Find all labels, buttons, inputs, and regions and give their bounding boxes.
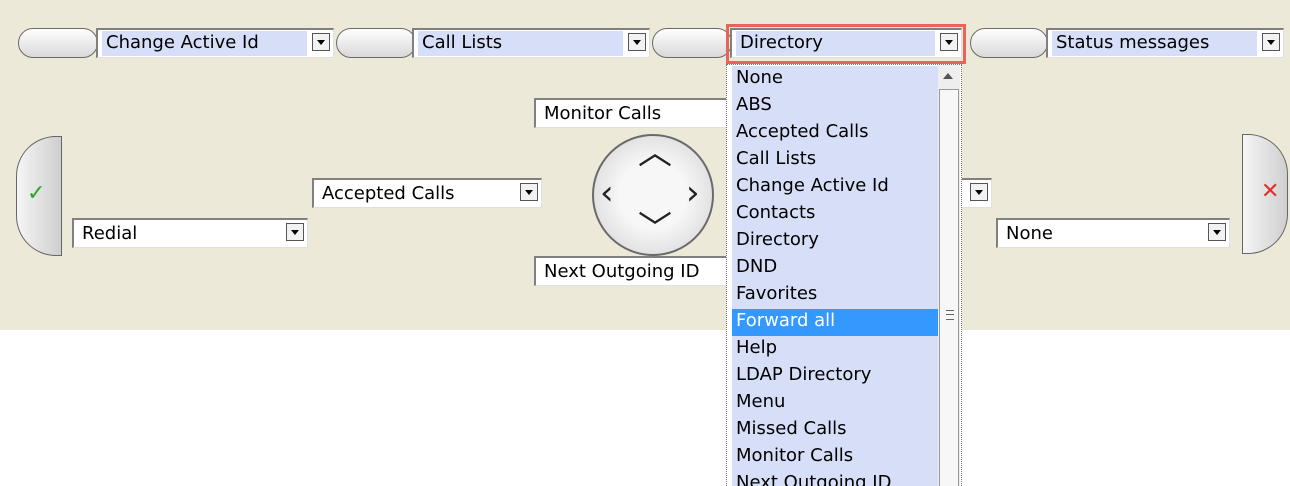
dropdown-option[interactable]: Forward all: [732, 309, 938, 336]
line-key-select-2[interactable]: Call Lists: [412, 28, 650, 58]
chevron-down-icon[interactable]: [1262, 33, 1280, 51]
line-key-button-4[interactable]: [970, 28, 1048, 58]
reject-key[interactable]: ✕: [1242, 134, 1288, 254]
dropdown-option[interactable]: LDAP Directory: [732, 363, 938, 390]
focus-highlight: [726, 24, 966, 64]
nav-down-icon[interactable]: ﹀: [638, 212, 672, 246]
softkey-select-accepted[interactable]: Accepted Calls: [312, 178, 542, 208]
line-key-button-3[interactable]: [652, 28, 732, 58]
x-icon: ✕: [1261, 179, 1280, 204]
line-key-select-4[interactable]: Status messages: [1046, 28, 1284, 58]
dropdown-option[interactable]: Directory: [732, 228, 938, 255]
chevron-down-icon[interactable]: [1208, 223, 1226, 241]
dropdown-option[interactable]: Missed Calls: [732, 417, 938, 444]
dropdown-option[interactable]: ABS: [732, 93, 938, 120]
nav-right-icon[interactable]: ›: [686, 176, 700, 210]
nav-left-icon[interactable]: ‹: [600, 176, 614, 210]
chevron-down-icon[interactable]: [312, 33, 330, 51]
dropdown-option[interactable]: Next Outgoing ID: [732, 471, 938, 486]
dropdown-scrollbar[interactable]: [938, 65, 960, 486]
chevron-down-icon[interactable]: [286, 223, 304, 241]
nav-down-select[interactable]: Next Outgoing ID: [534, 256, 730, 286]
select-value: Call Lists: [418, 31, 623, 56]
select-value: Redial: [82, 223, 138, 244]
grip-icon: [946, 310, 954, 320]
nav-up-icon[interactable]: ︿: [638, 136, 672, 170]
dropdown-option[interactable]: Favorites: [732, 282, 938, 309]
nav-up-select[interactable]: Monitor Calls: [534, 98, 730, 128]
dropdown-option[interactable]: Menu: [732, 390, 938, 417]
scroll-thumb[interactable]: [939, 89, 959, 486]
dropdown-option[interactable]: None: [732, 66, 938, 93]
select-value: Accepted Calls: [322, 183, 455, 204]
select-value: Next Outgoing ID: [544, 261, 700, 282]
accept-key[interactable]: ✓: [16, 136, 62, 256]
chevron-down-icon[interactable]: [970, 183, 988, 201]
select-value: Change Active Id: [102, 31, 307, 56]
select-value: Monitor Calls: [544, 103, 662, 124]
line-key-button-2[interactable]: [336, 28, 416, 58]
softkey-select-left[interactable]: Redial: [72, 218, 308, 248]
check-icon: ✓: [27, 181, 46, 206]
line-key-select-1[interactable]: Change Active Id: [96, 28, 334, 58]
chevron-down-icon[interactable]: [520, 183, 538, 201]
select-value: Status messages: [1052, 31, 1257, 56]
dropdown-option[interactable]: Call Lists: [732, 147, 938, 174]
dropdown-option[interactable]: Help: [732, 336, 938, 363]
directory-dropdown-list[interactable]: None ABS Accepted Calls Call Lists Change Ac…: [726, 64, 962, 486]
dropdown-option[interactable]: DND: [732, 255, 938, 282]
dropdown-option[interactable]: Accepted Calls: [732, 120, 938, 147]
dropdown-option[interactable]: Contacts: [732, 201, 938, 228]
navigation-pad[interactable]: ︿ ‹ › ﹀: [592, 134, 714, 256]
dropdown-option[interactable]: Change Active Id: [732, 174, 938, 201]
dropdown-options: None ABS Accepted Calls Call Lists Change Ac…: [732, 66, 938, 486]
chevron-down-icon[interactable]: [628, 33, 646, 51]
softkey-select-right[interactable]: None: [996, 218, 1230, 248]
dropdown-option[interactable]: Monitor Calls: [732, 444, 938, 471]
line-key-button-1[interactable]: [18, 28, 98, 58]
select-value: None: [1006, 223, 1053, 244]
scroll-up-icon[interactable]: [943, 73, 953, 79]
